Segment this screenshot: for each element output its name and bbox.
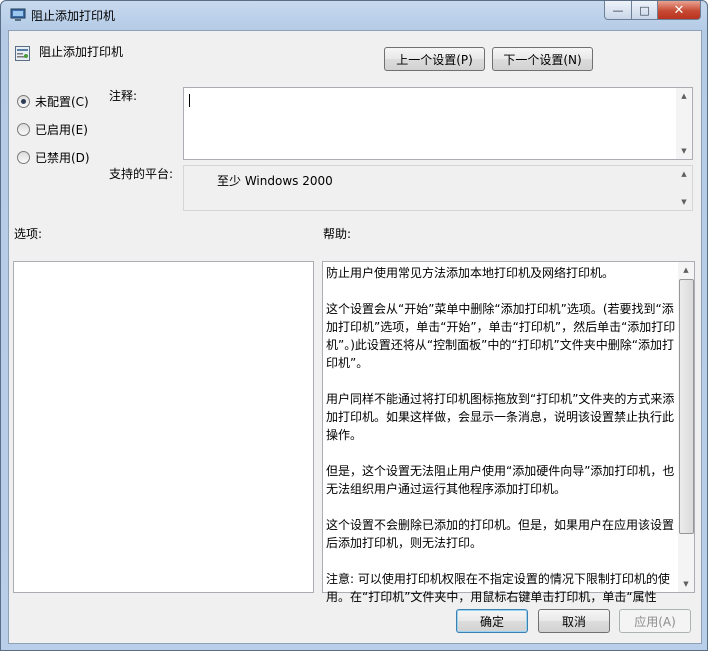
- scroll-up-arrow-icon[interactable]: ▲: [676, 88, 692, 104]
- platform-scrollbar[interactable]: ▲ ▼: [676, 166, 692, 210]
- radio-enabled[interactable]: 已启用(E): [17, 121, 88, 138]
- platform-field: 至少 Windows 2000 ▲ ▼: [183, 165, 693, 211]
- help-scrollbar[interactable]: ▲ ▼: [678, 262, 694, 592]
- policy-setting-icon: [15, 46, 30, 61]
- scroll-down-arrow-icon[interactable]: ▼: [678, 576, 694, 592]
- scroll-up-arrow-icon[interactable]: ▲: [678, 262, 694, 278]
- radio-disabled[interactable]: 已禁用(D): [17, 149, 90, 166]
- apply-button[interactable]: 应用(A): [619, 609, 691, 633]
- help-text: 防止用户使用常见方法添加本地打印机及网络打印机。 这个设置会从“开始”菜单中删除…: [326, 264, 678, 624]
- help-label: 帮助:: [323, 227, 352, 241]
- comment-textarea[interactable]: ▲ ▼: [183, 87, 693, 160]
- dialog-window: 阻止添加打印机 — □ ✕ 阻止添加打印机 上一个设置(P) 下一个设置(N) …: [0, 0, 708, 651]
- scroll-down-arrow-icon[interactable]: ▼: [676, 194, 692, 210]
- options-label: 选项:: [14, 227, 43, 241]
- close-button[interactable]: ✕: [658, 1, 701, 20]
- ok-button[interactable]: 确定: [456, 609, 528, 633]
- radio-label: 已禁用(D): [35, 151, 90, 165]
- text-caret: [189, 94, 190, 107]
- radio-selected-dot: [21, 99, 26, 104]
- cancel-button[interactable]: 取消: [538, 609, 610, 633]
- radio-not-configured[interactable]: 未配置(C): [17, 93, 89, 110]
- minimize-button[interactable]: —: [604, 1, 632, 20]
- platform-value: 至少 Windows 2000: [217, 174, 333, 188]
- title-bar[interactable]: 阻止添加打印机 — □ ✕: [1, 1, 707, 29]
- maximize-icon: □: [639, 3, 650, 17]
- scroll-up-arrow-icon[interactable]: ▲: [676, 166, 692, 182]
- window-title: 阻止添加打印机: [31, 9, 116, 23]
- help-paragraph: 防止用户使用常见方法添加本地打印机及网络打印机。: [326, 266, 615, 280]
- radio-button[interactable]: [17, 95, 30, 108]
- apply-label: 应用(A): [634, 614, 676, 629]
- minimize-icon: —: [612, 3, 624, 17]
- help-paragraph: 用户同样不能通过将打印机图标拖放到“打印机”文件夹的方式来添加打印机。如果这样做…: [326, 392, 675, 442]
- cancel-label: 取消: [561, 614, 586, 629]
- next-setting-button[interactable]: 下一个设置(N): [492, 47, 593, 71]
- scroll-down-arrow-icon[interactable]: ▼: [676, 143, 692, 159]
- help-paragraph: 这个设置会从“开始”菜单中删除“添加打印机”选项。(若要找到“添加打印机”选项，…: [326, 302, 676, 370]
- platform-label: 支持的平台:: [109, 167, 174, 181]
- comment-scrollbar[interactable]: ▲ ▼: [676, 88, 692, 159]
- radio-label: 已启用(E): [35, 123, 88, 137]
- help-pane[interactable]: 防止用户使用常见方法添加本地打印机及网络打印机。 这个设置会从“开始”菜单中删除…: [322, 261, 695, 604]
- scroll-thumb[interactable]: [679, 279, 694, 534]
- radio-button[interactable]: [17, 123, 30, 136]
- previous-setting-button[interactable]: 上一个设置(P): [384, 47, 485, 71]
- previous-setting-label: 上一个设置(P): [396, 52, 473, 67]
- radio-label: 未配置(C): [35, 95, 89, 109]
- policy-editor-icon: [10, 8, 26, 21]
- radio-button[interactable]: [17, 151, 30, 164]
- help-paragraph: 这个设置不会删除已添加的打印机。但是，如果用户在应用该设置后添加打印机，则无法打…: [326, 518, 675, 550]
- ok-label: 确定: [479, 614, 504, 629]
- help-paragraph: 注意: 可以使用打印机权限在不指定设置的情况下限制打印机的使用。在“打印机”文件…: [326, 572, 670, 604]
- maximize-button[interactable]: □: [632, 1, 658, 20]
- close-icon: ✕: [673, 2, 685, 18]
- next-setting-label: 下一个设置(N): [503, 52, 582, 67]
- comment-label: 注释:: [109, 89, 138, 103]
- options-pane: [13, 261, 314, 593]
- dialog-client-area: 阻止添加打印机 上一个设置(P) 下一个设置(N) 未配置(C) 已启用(E) …: [8, 30, 702, 644]
- help-paragraph: 但是，这个设置无法阻止用户使用“添加硬件向导”添加打印机，也无法组织用户通过运行…: [326, 464, 675, 496]
- policy-name: 阻止添加打印机: [39, 45, 124, 59]
